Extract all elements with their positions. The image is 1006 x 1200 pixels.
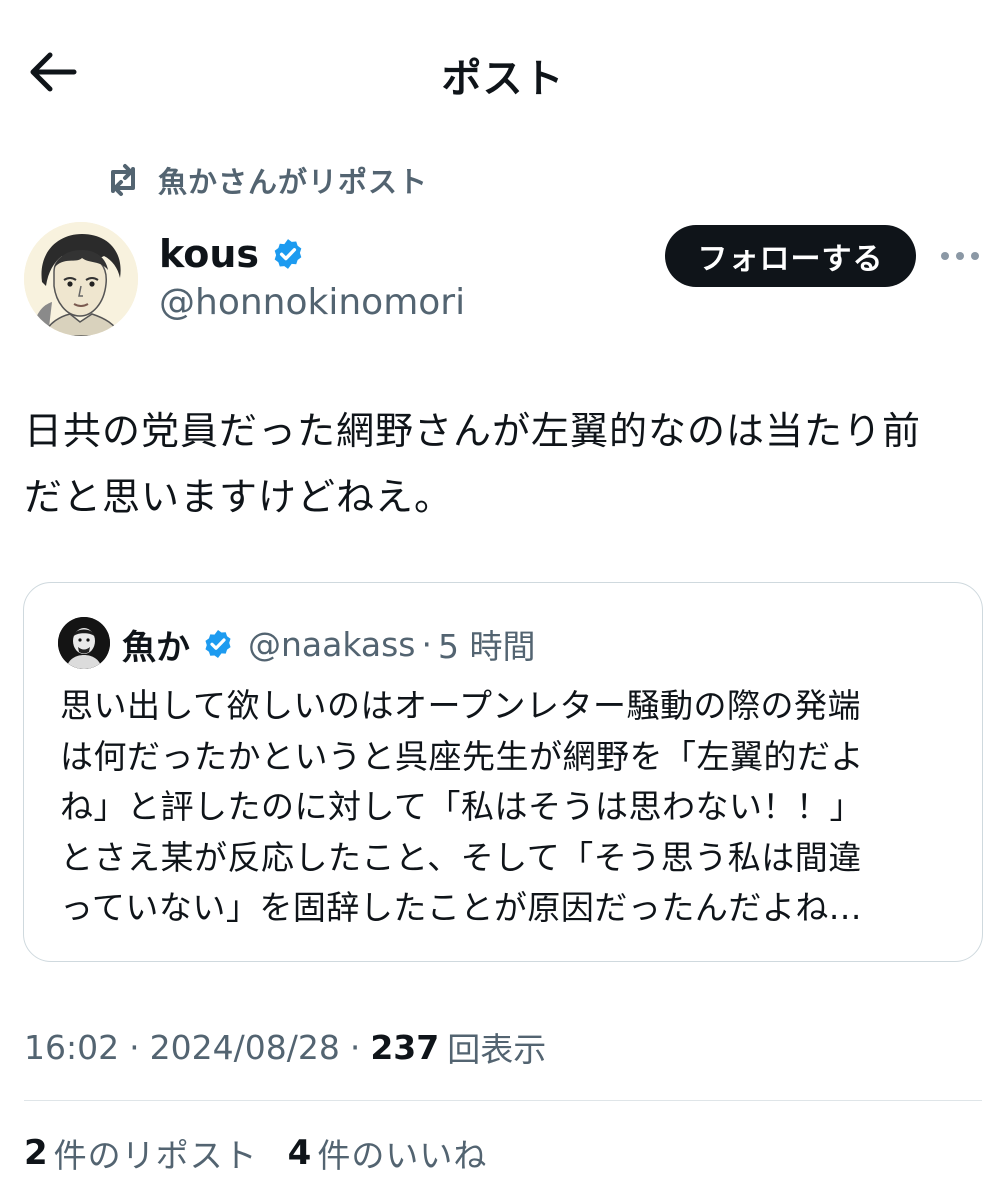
quote-text-line: は何だったかというと呉座先生が網野を「左翼的だよ (60, 736, 864, 776)
post-meta: 16:02 · 2024/08/28 · 237 回表示 (24, 1022, 546, 1072)
quote-text: 思い出して欲しいのはオープンレター騒動の際の発端 は何だったかというと呉座先生が… (60, 681, 940, 934)
quote-author-avatar (58, 617, 110, 669)
author-name: kous (159, 232, 260, 276)
follow-button[interactable]: フォローする (665, 225, 916, 287)
meta-separator: · (349, 1027, 361, 1067)
avatar-portrait-image (24, 222, 138, 336)
more-dots-icon (941, 252, 979, 260)
more-options-button[interactable] (938, 244, 982, 268)
quote-timestamp: 5 時間 (438, 627, 536, 666)
quoted-post-card[interactable]: 魚か @naakass · 5 時間 思い出して欲しいのはオープンレター騒動の際… (23, 582, 983, 962)
quote-header: 魚か @naakass · 5 時間 (122, 619, 536, 669)
likes-count: 4 (287, 1133, 312, 1173)
author-name-row[interactable]: kous (159, 232, 305, 276)
post-time[interactable]: 16:02 (24, 1028, 119, 1067)
quote-text-line: とさえ某が反応したこと、そして「そう思う私は間違 (60, 837, 862, 877)
reposts-stat[interactable]: 2 件のリポスト (24, 1129, 258, 1177)
reposts-label: 件のリポスト (53, 1136, 258, 1175)
quote-text-line: ね」と評したのに対して「私はそうは思わない！！」 (60, 787, 864, 826)
post-text-line: 日共の党員だった網野さんが左翼的なのは当たり前 (24, 409, 922, 453)
meta-separator: · (129, 1027, 140, 1067)
post-date[interactable]: 2024/08/28 (150, 1028, 340, 1067)
divider (24, 1100, 982, 1101)
reposts-count: 2 (24, 1133, 48, 1173)
post-detail-page: ポスト 魚かさんがリポスト kous @honnokinomori フォローする… (0, 0, 1006, 1200)
quote-text-line: 思い出して欲しいのはオープンレター騒動の際の発端 (60, 686, 862, 725)
repost-context-text: 魚かさんがリポスト (158, 165, 429, 199)
quote-text-line: っていない」を固辞したことが原因だったんだよね... (60, 888, 862, 927)
top-bar: ポスト (0, 0, 1006, 140)
author-avatar[interactable] (24, 222, 138, 336)
quote-avatar-image (58, 617, 110, 669)
repost-icon (111, 164, 135, 196)
views-count: 237 (370, 1027, 440, 1067)
likes-stat[interactable]: 4 件のいいね (288, 1129, 488, 1177)
likes-label: 件のいいね (317, 1136, 488, 1175)
quote-separator: · (421, 624, 433, 664)
author-handle[interactable]: @honnokinomori (159, 282, 465, 323)
quote-author-handle: @naakass (248, 624, 416, 664)
engagement-stats: 2 件のリポスト 4 件のいいね (24, 1128, 517, 1178)
repost-context[interactable]: 魚かさんがリポスト (104, 158, 428, 202)
quote-author-name: 魚か (122, 627, 190, 668)
post-text-line: だと思いますけどねえ。 (24, 475, 454, 519)
post-text: 日共の党員だった網野さんが左翼的なのは当たり前 だと思いますけどねえ。 (24, 398, 984, 530)
verified-badge-icon (274, 239, 302, 269)
page-title: ポスト (441, 56, 565, 102)
verified-badge-icon (205, 630, 231, 658)
views-label: 回表示 (447, 1030, 547, 1069)
